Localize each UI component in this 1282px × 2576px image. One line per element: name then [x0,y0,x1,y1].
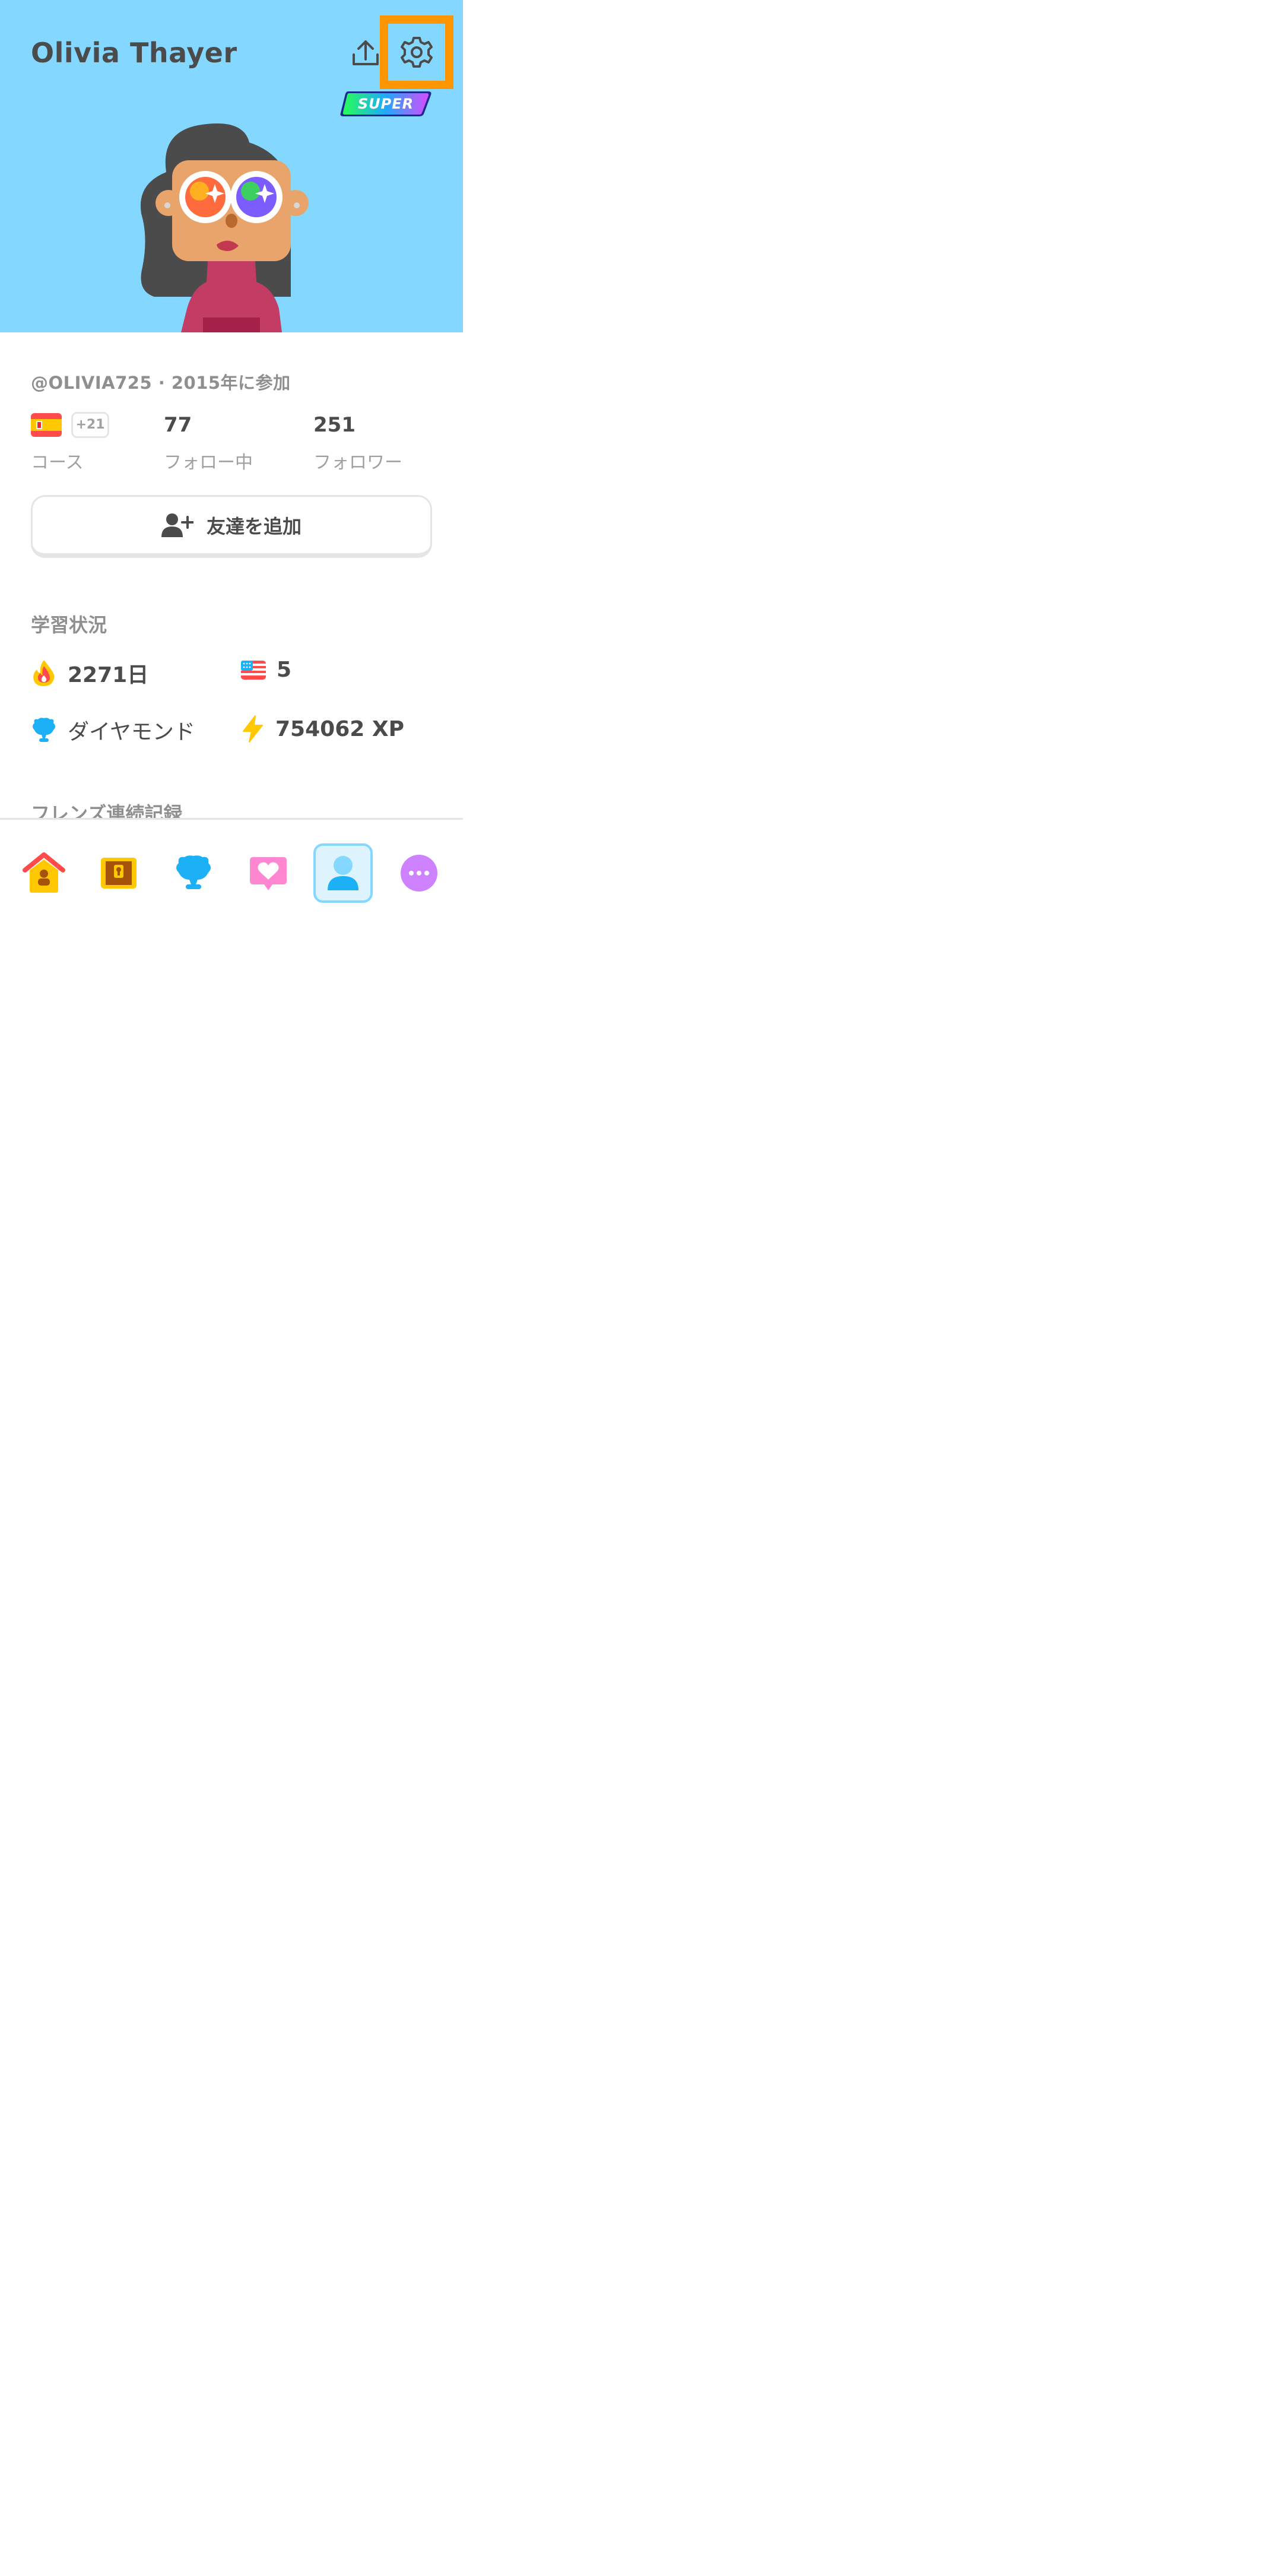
xp-stat: 754062 XP [241,715,404,743]
super-badge-label: SUPER [357,96,414,112]
settings-button[interactable] [388,24,445,81]
following-count: 77 [164,413,192,437]
spain-flag-icon [31,413,62,437]
add-friend-button[interactable]: 友達を追加 [31,495,432,558]
home-icon [23,852,65,893]
xp-value: 754062 XP [275,716,404,741]
avatar [140,123,309,332]
courses-stat[interactable]: +21 コース [31,410,109,474]
nav-home[interactable] [14,843,74,903]
courses-label: コース [31,452,84,473]
profile-name: Olivia Thayer [31,37,237,69]
treasure-chest-icon [101,858,137,889]
more-icon [401,855,437,892]
profile-meta: @OLIVIA725 · 2015年に参加 [31,373,291,393]
heart-message-icon [250,857,287,890]
followers-stat[interactable]: 251 フォロワー [313,410,402,474]
nav-profile[interactable] [313,843,373,903]
league-stat: ダイヤモンド [31,715,195,745]
bottom-nav [0,818,463,926]
followers-label: フォロワー [313,452,402,473]
fire-icon [33,660,55,686]
share-button[interactable] [349,37,382,70]
share-icon [353,40,379,65]
language-count-value: 5 [277,658,292,682]
followers-count: 251 [313,413,356,437]
streak-value: 2271日 [68,663,149,687]
league-value: ダイヤモンド [68,720,195,744]
profile-icon [328,856,358,890]
profile-header: Olivia Thayer SUPER [0,0,463,332]
nav-leaderboards[interactable] [164,843,223,903]
leaderboard-trophy-icon [176,855,211,889]
diamond-trophy-icon [33,718,55,742]
extra-courses-badge: +21 [71,412,109,438]
us-flag-icon [241,660,266,680]
lightning-icon [243,715,263,743]
progress-section-title: 学習状況 [31,614,107,636]
language-count-stat: 5 [241,658,291,682]
following-stat[interactable]: 77 フォロー中 [164,410,253,474]
nav-hearts[interactable] [239,843,298,903]
nav-more[interactable] [389,843,449,903]
streak-stat: 2271日 [31,658,148,689]
following-label: フォロー中 [164,452,253,473]
add-friend-label: 友達を追加 [206,515,302,538]
nav-treasure-chest[interactable] [89,843,148,903]
gear-icon [401,37,433,68]
add-user-icon [161,513,193,537]
super-badge: SUPER [339,90,432,118]
